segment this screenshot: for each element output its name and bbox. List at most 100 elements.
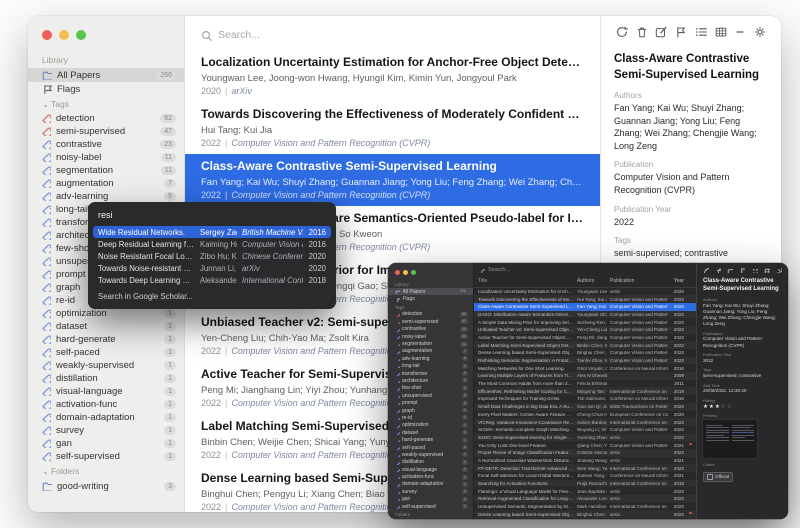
sidebar-item-all-papers[interactable]: All Papers 266 [28,68,184,82]
table-row[interactable]: Flamingo: a Visual Language Model for Fe… [474,487,696,495]
table-row[interactable]: Learning Multiple Layers of Features fro… [474,372,696,380]
table-view-icon[interactable] [715,26,727,38]
sidebar-tag-item[interactable]: optimization 1 [388,422,473,429]
sidebar-tag-item[interactable]: transformer 3 [388,370,473,377]
sidebar-tag-item[interactable]: self-supervised 1 [388,503,473,510]
table-row[interactable]: Towards Discovering the Effectiveness of… [474,295,696,303]
close-button[interactable] [42,30,52,40]
table-row[interactable]: Dense Learning based Semi-Supervised Obj… [474,349,696,357]
search-google-scholar[interactable]: Search in Google Scholar... [98,292,326,301]
table-row[interactable]: Proper Reuse of Image Classification Fea… [474,449,696,457]
sidebar-tag-item[interactable]: augmentation 7 [388,348,473,355]
sidebar-tag-item[interactable]: weakly-supervised 1 [28,359,184,372]
table-view-icon[interactable] [764,267,770,273]
sidebar-tag-item[interactable]: dataset 1 [28,320,184,333]
close-button[interactable] [395,270,400,275]
table-row[interactable]: A Normalized Gaussian Wasserstein Distan… [474,457,696,465]
sidebar-tag-item[interactable]: domain-adaptation 1 [28,411,184,424]
sidebar-tag-item[interactable]: noisy-label 11 [28,151,184,164]
paper-list-item[interactable]: Class-Aware Contrastive Semi-Supervised … [185,154,600,206]
sidebar-tag-item[interactable]: augmentation 7 [28,177,184,190]
sidebar-tag-item[interactable]: survey 1 [28,424,184,437]
table-row[interactable]: VICReg: Variance-Invariance-Covariance R… [474,418,696,426]
sidebar-tag-item[interactable]: hard-generate 1 [28,333,184,346]
codes-chip[interactable]: Official [703,472,733,482]
sidebar-tag-item[interactable]: visual-language 1 [28,385,184,398]
table-row[interactable]: S4OD: Semi-Supervised learning for Singl… [474,434,696,442]
sidebar-tag-item[interactable]: visual-language 1 [388,466,473,473]
sidebar-tag-item[interactable]: self-supervised 1 [28,450,184,463]
sidebar-tag-item[interactable]: gan 1 [388,496,473,503]
sidebar-tag-item[interactable]: unsupervised 2 [388,392,473,399]
sidebar-tag-item[interactable]: semi-supervised 47 [28,125,184,138]
sidebar-tag-item[interactable]: noisy-label 11 [388,333,473,340]
flag-icon[interactable] [739,267,745,273]
rating-stars[interactable]: ★★★☆☆ [703,404,782,410]
table-row[interactable]: SIGMA: Semantic-complete Graph Matching … [474,426,696,434]
sidebar-tag-item[interactable]: prompt 2 [388,399,473,406]
table-row[interactable]: EfficientNet: Rethinking Model Scaling f… [474,387,696,395]
table-row[interactable]: Retrieval-Augmented Classification for L… [474,495,696,503]
sidebar-tag-item[interactable]: re-id 1 [388,414,473,421]
table-row[interactable]: Every Pixel Matters: Center-Aware Featur… [474,411,696,419]
edit-icon[interactable] [727,267,733,273]
sidebar-tag-item[interactable]: segmentation 11 [388,340,473,347]
settings-icon[interactable] [754,26,766,38]
suggestion-item[interactable]: Towards Noise-resistant Object Detection… [93,263,331,275]
table-row[interactable]: Active Teacher for Semi-Supervised Objec… [474,334,696,342]
table-row[interactable]: Label Matching Semi-Supervised Object De… [474,341,696,349]
sidebar-tag-item[interactable]: long-tail 4 [388,363,473,370]
sidebar-item-flags[interactable]: Flags [388,295,473,302]
suggestion-item[interactable]: Deep Residual Learning for Image Recogni… [93,238,331,250]
sidebar-tag-item[interactable]: weakly-supervised 1 [388,451,473,458]
minimize-button[interactable] [59,30,69,40]
sidebar-tag-item[interactable]: detection 62 [388,311,473,318]
table-row[interactable]: Matching Networks for One Shot Learning.… [474,364,696,372]
sidebar-tag-item[interactable]: contrastive 23 [28,138,184,151]
suggestion-item[interactable]: Towards Deep Learning Models Resistant t… [93,275,331,287]
sidebar-tag-item[interactable]: graph 1 [388,407,473,414]
table-row[interactable]: Searching for Activation Functions. Praj… [474,480,696,488]
table-row[interactable]: DASO: Distribution-Aware Semantics-Orien… [474,311,696,319]
sidebar-tag-item[interactable]: activation-func 1 [388,473,473,480]
refresh-icon[interactable] [616,26,628,38]
table-row[interactable]: Small Data Challenges in Big Data Era: A… [474,403,696,411]
flag-icon[interactable] [675,26,687,38]
sidebar-tag-item[interactable]: domain-adaptation 1 [388,481,473,488]
edit-icon[interactable] [655,26,667,38]
sidebar-item-flags[interactable]: Flags [28,82,184,96]
paper-list-item[interactable]: Localization Uncertainty Estimation for … [185,50,600,102]
sidebar-tag-item[interactable]: few-shot 2 [388,385,473,392]
sidebar-tag-item[interactable]: survey 1 [388,488,473,495]
table-row[interactable]: Dense Learning based Semi-Supervised Obj… [474,510,696,518]
table-row[interactable]: FP-DETR: Detection Transformer Advanced … [474,464,696,472]
suggestion-item[interactable]: Wide Residual Networks. Sergey Zagoruyko… [93,226,331,238]
trash-icon[interactable] [636,26,648,38]
table-row[interactable]: Improved Techniques for Training GANs Ti… [474,395,696,403]
sidebar-item-all-papers[interactable]: All Papers 266 [388,288,473,295]
table-row[interactable]: Unsupervised Semantic Segmentation by Di… [474,503,696,511]
sidebar-tag-item[interactable]: self-paced 1 [28,346,184,359]
minimize-button[interactable] [403,270,408,275]
dark-window-controls[interactable] [388,268,473,280]
list-view-icon[interactable] [752,267,758,273]
table-row[interactable]: The Most Common Habits from more than 20… [474,380,696,388]
trash-icon[interactable] [715,267,721,273]
folders-section-label[interactable]: Folders [388,510,473,518]
tags-section-label[interactable]: Tags [388,303,473,311]
sidebar-tag-item[interactable]: adv-learning 5 [388,355,473,362]
folders-section-label[interactable]: Folders [28,463,184,479]
sidebar-item-good-writing[interactable]: good-writing 3 [388,518,473,519]
sidebar-tag-item[interactable]: contrastive 23 [388,326,473,333]
more-icon[interactable] [734,26,746,38]
sidebar-tag-item[interactable]: segmentation 11 [28,164,184,177]
table-header[interactable]: Title Authors Publication Year [474,276,696,288]
paper-list-item[interactable]: Towards Discovering the Effectiveness of… [185,102,600,154]
sidebar-tag-item[interactable]: dataset 1 [388,429,473,436]
tags-section-label[interactable]: Tags [28,96,184,112]
table-row[interactable]: Unbiased Teacher v2: Semi-supervised Obj… [474,326,696,334]
settings-icon[interactable] [776,267,782,273]
sidebar-tag-item[interactable]: distillation 1 [388,459,473,466]
sidebar-item-good-writing[interactable]: good-writing 3 [28,479,184,493]
zoom-button[interactable] [411,270,416,275]
